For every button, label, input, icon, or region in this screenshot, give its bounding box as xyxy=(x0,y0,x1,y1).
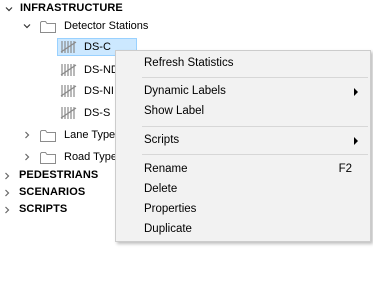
tree-node-label: DS-NI xyxy=(84,85,114,97)
tree-node-infrastructure[interactable]: INFRASTRUCTURE xyxy=(0,0,140,18)
chevron-down-icon[interactable] xyxy=(4,4,14,14)
menu-separator xyxy=(142,126,368,127)
tree-node-label: Detector Stations xyxy=(64,20,149,32)
submenu-arrow-icon xyxy=(354,88,358,96)
menu-item-show-label[interactable]: Show Label xyxy=(116,103,370,122)
tree-node-label: SCRIPTS xyxy=(19,203,68,215)
tree-node-label: Lane Types xyxy=(64,129,121,141)
menu-item-rename[interactable]: Rename F2 xyxy=(116,161,370,180)
folder-icon xyxy=(40,151,56,164)
tree-node-detector-stations[interactable]: Detector Stations xyxy=(20,17,160,35)
menu-item-label: Properties xyxy=(144,203,197,215)
menu-item-delete[interactable]: Delete xyxy=(116,181,370,200)
menu-item-label: Duplicate xyxy=(144,223,192,235)
tree-node-ds-nd[interactable]: DS-ND xyxy=(60,61,120,79)
tree-node-label: DS-C xyxy=(84,41,111,53)
tree-node-ds-ni[interactable]: DS-NI xyxy=(60,82,120,100)
menu-item-label: Rename xyxy=(144,163,188,175)
tree-node-label: Road Types xyxy=(64,151,123,163)
menu-separator xyxy=(142,154,368,155)
chevron-right-icon[interactable] xyxy=(2,188,12,198)
menu-item-properties[interactable]: Properties xyxy=(116,201,370,220)
tree-node-label: SCENARIOS xyxy=(19,186,86,198)
menu-item-label: Refresh Statistics xyxy=(144,57,234,69)
menu-item-scripts[interactable]: Scripts xyxy=(116,132,370,151)
detector-station-icon xyxy=(60,41,78,53)
chevron-right-icon[interactable] xyxy=(2,171,12,181)
chevron-right-icon[interactable] xyxy=(2,205,12,215)
detector-station-icon xyxy=(60,64,78,76)
detector-station-icon xyxy=(60,85,78,97)
chevron-right-icon[interactable] xyxy=(22,130,32,140)
detector-station-icon xyxy=(60,107,78,119)
tree-node-label: PEDESTRIANS xyxy=(19,169,99,181)
context-menu: Refresh Statistics Dynamic Labels Show L… xyxy=(115,50,371,242)
menu-item-label: Show Label xyxy=(144,105,205,117)
menu-item-label: Dynamic Labels xyxy=(144,85,226,97)
menu-item-label: Scripts xyxy=(144,134,180,146)
tree-node-label: INFRASTRUCTURE xyxy=(20,2,123,14)
menu-item-duplicate[interactable]: Duplicate xyxy=(116,221,370,240)
menu-item-refresh-statistics[interactable]: Refresh Statistics xyxy=(116,55,370,74)
folder-icon xyxy=(40,20,56,33)
chevron-right-icon[interactable] xyxy=(22,152,32,162)
tree-node-ds-c[interactable]: DS-C xyxy=(60,38,120,56)
menu-item-dynamic-labels[interactable]: Dynamic Labels xyxy=(116,83,370,102)
folder-icon xyxy=(40,129,56,142)
chevron-down-icon[interactable] xyxy=(22,21,32,31)
shortcut-label: F2 xyxy=(338,163,352,175)
submenu-arrow-icon xyxy=(354,137,358,145)
tree-node-label: DS-S xyxy=(84,107,111,119)
menu-item-label: Delete xyxy=(144,183,178,195)
tree-node-ds-s[interactable]: DS-S xyxy=(60,104,120,122)
tree-node-label: DS-ND xyxy=(84,64,119,76)
menu-separator xyxy=(142,77,368,78)
